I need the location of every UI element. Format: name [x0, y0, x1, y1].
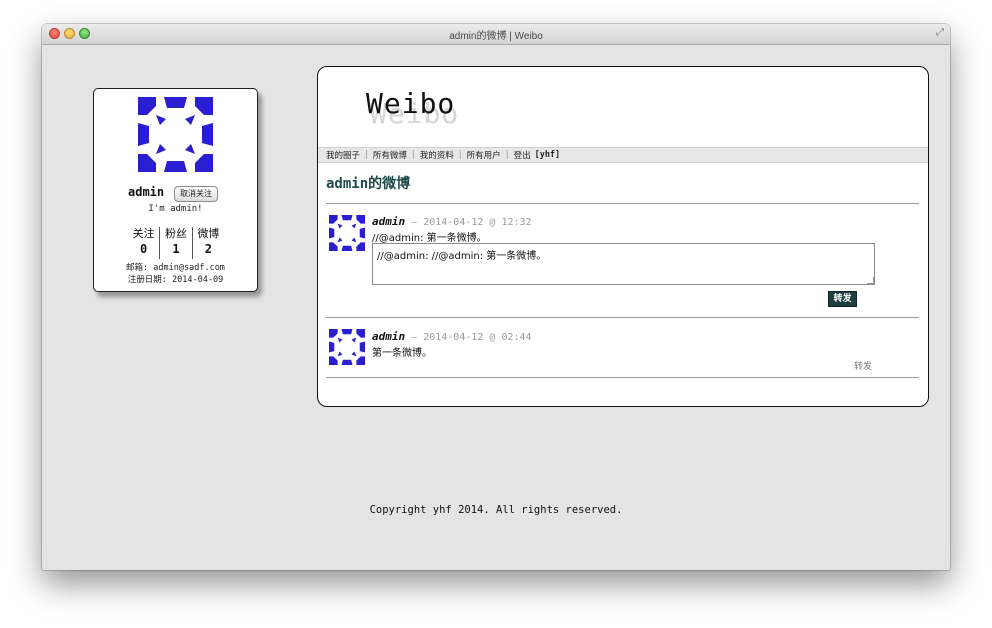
page-title: admin的微博: [326, 176, 411, 192]
post-author[interactable]: admin: [372, 330, 405, 343]
stat-label: 微博: [197, 227, 220, 240]
repost-textarea[interactable]: //@admin: //@admin: 第一条微博。: [372, 243, 875, 285]
post-avatar[interactable]: [329, 215, 365, 251]
nav-item-my-circle[interactable]: 我的圈子: [326, 149, 360, 161]
nav-separator: |: [458, 150, 462, 160]
post-timestamp: – 2014-04-12 @ 12:32: [411, 217, 532, 228]
footer-copyright: Copyright yhf 2014. All rights reserved.: [369, 504, 623, 516]
nav-separator: |: [365, 150, 368, 160]
post-avatar[interactable]: [329, 329, 365, 365]
nav-current-user: [yhf]: [534, 150, 561, 160]
nav-separator: |: [505, 150, 509, 160]
stat-followers[interactable]: 粉丝 1: [160, 227, 193, 259]
nav-item-my-profile[interactable]: 我的资料: [420, 149, 454, 161]
post-author[interactable]: admin: [372, 215, 405, 228]
profile-avatar: [138, 97, 213, 172]
stat-label: 关注: [132, 227, 155, 240]
stat-value: 0: [140, 242, 148, 256]
post-text: //@admin: 第一条微博。: [372, 233, 487, 244]
post-text: 第一条微博。: [372, 348, 432, 359]
post-header: admin – 2014-04-12 @ 12:32: [372, 215, 532, 228]
window-title: admin的微博 | Weibo: [449, 31, 543, 42]
profile-email: 邮箱: admin@sadf.com: [126, 263, 225, 273]
profile-card: admin 取消关注 I'm admin! 关注 0 粉丝 1 微博 2 邮箱:…: [93, 88, 258, 292]
divider: [326, 377, 919, 378]
site-logo[interactable]: Weibo: [366, 87, 455, 120]
profile-bio: I'm admin!: [148, 204, 203, 214]
stat-posts[interactable]: 微博 2: [193, 227, 224, 259]
stat-value: 1: [172, 242, 180, 256]
profile-name: admin: [128, 185, 165, 199]
textarea-resize-handle[interactable]: [867, 277, 874, 284]
main-panel: Weibo Weibo 我的圈子 | 所有微博 | 我的资料 | 所有用户 | …: [317, 66, 929, 407]
nav-item-all-posts[interactable]: 所有微博: [373, 149, 407, 161]
profile-reg-date: 注册日期: 2014-04-09: [127, 275, 224, 285]
repost-button[interactable]: 转发: [828, 291, 857, 307]
post-header: admin – 2014-04-12 @ 02:44: [372, 330, 532, 343]
nav-item-all-users[interactable]: 所有用户: [467, 149, 501, 161]
nav-bar: 我的圈子 | 所有微博 | 我的资料 | 所有用户 | 登出 [yhf]: [318, 147, 928, 163]
repost-link[interactable]: 转发: [854, 359, 872, 372]
post-timestamp: – 2014-04-12 @ 02:44: [411, 332, 532, 343]
title-bar: admin的微博 | Weibo ⤢: [42, 24, 950, 45]
divider: [326, 203, 919, 204]
nav-item-logout[interactable]: 登出: [514, 149, 531, 161]
stat-label: 粉丝: [164, 227, 187, 240]
browser-window: admin的微博 | Weibo ⤢ admin 取消关注 I'm admin!…: [42, 24, 950, 570]
divider: [326, 317, 919, 318]
unfollow-button[interactable]: 取消关注: [174, 186, 218, 202]
stat-value: 2: [204, 242, 212, 256]
profile-stats: 关注 0 粉丝 1 微博 2: [128, 227, 224, 259]
stat-following[interactable]: 关注 0: [128, 227, 161, 259]
fullscreen-icon[interactable]: ⤢: [934, 27, 946, 39]
nav-separator: |: [411, 150, 415, 160]
